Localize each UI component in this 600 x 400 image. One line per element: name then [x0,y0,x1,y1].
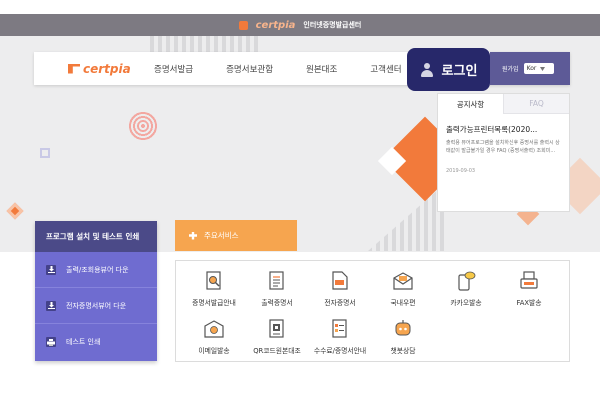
certpia-logo-icon [68,63,80,74]
login-button[interactable]: 로그인 [407,48,490,91]
service-kakao-send[interactable]: 카카오발송 [434,271,498,307]
nav-item-issue[interactable]: 증명서발급 [154,63,193,75]
service-label: 국내우편 [390,299,416,307]
service-label: 카카오발송 [450,299,482,307]
service-issue-guide[interactable]: 증명서발급안내 [182,271,246,307]
service-fee-guide[interactable]: 수수료/증명서안내 [308,319,372,355]
language-select[interactable]: Kor [523,63,554,74]
nav-item-storage[interactable]: 증명서보관함 [226,63,273,75]
e-cert-viewer-download-button[interactable]: 전자증명서뷰어 다운 [35,288,157,324]
notice-date: 2019-09-03 [446,168,476,174]
nav-logo-text: certpia [83,61,131,76]
service-label: 수수료/증명서안내 [313,347,367,355]
top-logo[interactable]: certpia [256,20,296,31]
service-fax-send[interactable]: FAX발송 [497,271,561,307]
service-label: 출력증명서 [261,299,293,307]
certpia-logo-mark-icon [238,20,248,30]
service-label: 전자증명서 [324,299,356,307]
service-label: QR코드원본대조 [253,347,301,355]
notice-panel: 공지사항 FAQ 출력가능프린터목록(2020... 출력용 뷰어프로그램을 설… [437,93,570,212]
tab-notice[interactable]: 공지사항 [438,94,503,114]
service-email-send[interactable]: 이메일발송 [182,319,246,355]
signup-link[interactable]: 원가입 [502,64,519,73]
document-icon [267,271,287,291]
download-icon [46,300,56,311]
services-panel: 증명서발급안내 출력증명서 전자증명서 국내우편 카카오발송 FAX발송 이메일… [175,260,570,362]
service-chatbot[interactable]: 챗봇상담 [371,319,435,355]
e-cert-viewer-download-label: 전자증명서뷰어 다운 [66,301,127,310]
nav-logo[interactable]: certpia [68,62,154,76]
fax-icon [519,271,539,291]
language-value: Kor [526,65,537,72]
viewer-download-label: 출력/조회용뷰어 다운 [66,265,129,274]
service-label: 이메일발송 [198,347,230,355]
plus-icon [189,231,197,240]
email-at-icon [204,319,224,339]
nav-item-support[interactable]: 고객센터 [370,63,401,75]
service-domestic-mail[interactable]: 국내우편 [371,271,435,307]
site-title: 인터넷증명발급센터 [303,21,362,29]
main-services-tab[interactable]: 주요서비스 [175,220,297,251]
program-install-box: 프로그램 설치 및 테스트 인쇄 출력/조회용뷰어 다운 전자증명서뷰어 다운 … [35,221,157,361]
checklist-icon [330,319,350,339]
mail-icon [393,271,413,291]
notice-summary: 출력용 뷰어프로그램을 설치하신후 증명서를 출력시 상태값이 발급불가일 경우… [446,140,560,154]
main-services-label: 주요서비스 [204,231,239,240]
nav-right-panel: 원가입 Kor [490,52,570,85]
tab-faq[interactable]: FAQ [503,94,569,114]
document-search-icon [204,271,224,291]
test-print-button[interactable]: 테스트 인쇄 [35,324,157,360]
qr-document-icon [267,319,287,339]
service-label: 증명서발급안내 [192,299,236,307]
pdf-document-icon [330,271,350,291]
notice-title-link[interactable]: 출력가능프린터목록(2020... [446,124,561,135]
viewer-download-button[interactable]: 출력/조회용뷰어 다운 [35,252,157,288]
service-print-cert[interactable]: 출력증명서 [245,271,309,307]
download-icon [46,264,56,275]
service-label: 챗봇상담 [390,347,416,355]
top-bar: certpia 인터넷증명발급센터 [0,14,600,36]
nav-item-verify[interactable]: 원본대조 [306,63,337,75]
chatbot-icon [393,319,413,339]
printer-icon [46,337,56,347]
login-label: 로그인 [441,64,478,79]
chevron-down-icon [540,66,546,71]
program-header: 프로그램 설치 및 테스트 인쇄 [35,221,157,252]
service-label: FAX발송 [516,299,542,307]
service-qr-verify[interactable]: QR코드원본대조 [245,319,309,355]
test-print-label: 테스트 인쇄 [66,338,101,346]
kakao-phone-icon [456,271,476,291]
service-e-cert[interactable]: 전자증명서 [308,271,372,307]
user-icon [420,62,434,77]
